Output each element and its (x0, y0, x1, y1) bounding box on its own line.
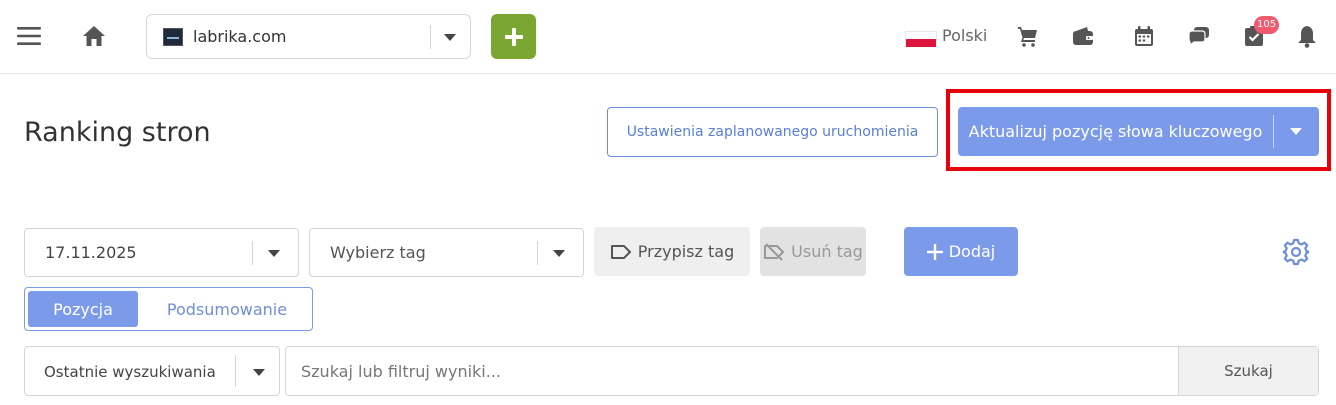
search-bar: Szukaj (285, 346, 1319, 396)
select-divider (537, 241, 538, 265)
assign-tag-label: Przypisz tag (637, 242, 735, 261)
tag-off-icon (764, 242, 785, 261)
schedule-settings-button[interactable]: Ustawienia zaplanowanego uruchomienia (607, 107, 938, 157)
tag-select[interactable]: Wybierz tag (309, 228, 584, 277)
search-input[interactable] (286, 347, 1178, 395)
tab-summary[interactable]: Podsumowanie (145, 291, 309, 327)
chevron-down-icon[interactable] (553, 250, 565, 257)
select-divider (430, 25, 431, 49)
button-divider (1273, 115, 1274, 148)
chevron-down-icon[interactable] (1290, 128, 1302, 135)
bell-icon[interactable] (1296, 24, 1320, 48)
assign-tag-button[interactable]: Przypisz tag (594, 227, 750, 276)
cart-icon[interactable] (1016, 24, 1040, 48)
chevron-down-icon[interactable] (444, 34, 456, 41)
menu-icon[interactable] (14, 22, 44, 50)
select-divider (235, 355, 236, 387)
site-selector[interactable]: labrika.com (146, 14, 471, 59)
plus-icon (926, 243, 943, 260)
polish-flag-icon (905, 31, 937, 47)
add-site-button[interactable] (491, 14, 536, 59)
top-bar: labrika.com Polski 105 (0, 0, 1336, 74)
gear-icon[interactable] (1282, 238, 1310, 266)
wallet-icon[interactable] (1071, 24, 1095, 48)
tab-position[interactable]: Pozycja (28, 291, 138, 327)
update-button-label: Aktualizuj pozycję słowa kluczowego (968, 122, 1263, 141)
site-favicon-icon (163, 28, 183, 46)
site-name: labrika.com (193, 27, 287, 46)
page-title: Ranking stron (24, 117, 211, 148)
recent-searches-select[interactable]: Ostatnie wyszukiwania (24, 346, 280, 396)
tag-icon (610, 244, 631, 259)
add-label: Dodaj (948, 242, 996, 261)
notification-badge: 105 (1254, 16, 1280, 34)
recent-searches-label: Ostatnie wyszukiwania (44, 363, 216, 381)
home-icon[interactable] (80, 22, 108, 50)
tag-placeholder: Wybierz tag (330, 243, 426, 262)
add-button[interactable]: Dodaj (904, 227, 1018, 276)
language-label: Polski (942, 26, 988, 45)
update-keyword-position-button[interactable]: Aktualizuj pozycję słowa kluczowego (958, 107, 1319, 156)
chevron-down-icon[interactable] (268, 250, 280, 257)
view-toggle: Pozycja Podsumowanie (24, 287, 313, 331)
search-button[interactable]: Szukaj (1178, 347, 1318, 395)
remove-tag-label: Usuń tag (791, 242, 863, 261)
date-select[interactable]: 17.11.2025 (24, 228, 299, 277)
date-value: 17.11.2025 (45, 243, 137, 262)
remove-tag-button[interactable]: Usuń tag (760, 227, 866, 276)
chevron-down-icon[interactable] (253, 369, 265, 376)
chat-icon[interactable] (1187, 24, 1211, 48)
select-divider (252, 241, 253, 265)
calendar-icon[interactable] (1132, 24, 1156, 48)
